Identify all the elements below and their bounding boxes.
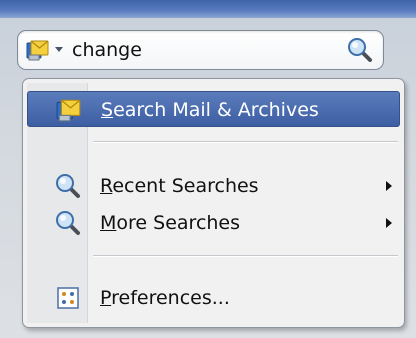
preferences-icon: [55, 285, 81, 311]
magnifier-icon: [55, 173, 81, 199]
search-dropdown-menu: Search Mail & Archives Recent Searches M…: [22, 78, 405, 328]
search-input[interactable]: [72, 37, 342, 63]
menu-item-label: More Searches: [100, 212, 241, 234]
mail-archive-icon[interactable]: [26, 38, 50, 62]
chevron-down-icon[interactable]: [55, 47, 63, 52]
search-field[interactable]: [17, 30, 384, 70]
menu-item-more-searches[interactable]: More Searches: [27, 205, 400, 241]
menu-item-label: Preferences...: [100, 287, 230, 309]
menu-item-search-mail-archives[interactable]: Search Mail & Archives: [27, 91, 400, 127]
menu-item-recent-searches[interactable]: Recent Searches: [27, 168, 400, 204]
menu-separator: [93, 141, 398, 143]
menu-item-label: Search Mail & Archives: [101, 99, 319, 121]
mail-archive-icon: [56, 97, 82, 123]
menu-item-label: Recent Searches: [100, 175, 259, 197]
magnifier-icon[interactable]: [347, 37, 373, 63]
magnifier-icon: [55, 210, 81, 236]
submenu-arrow-icon: [386, 218, 392, 228]
window-top-bar: [0, 0, 416, 18]
menu-item-preferences[interactable]: Preferences...: [27, 280, 400, 316]
menu-separator: [93, 255, 398, 257]
submenu-arrow-icon: [386, 181, 392, 191]
